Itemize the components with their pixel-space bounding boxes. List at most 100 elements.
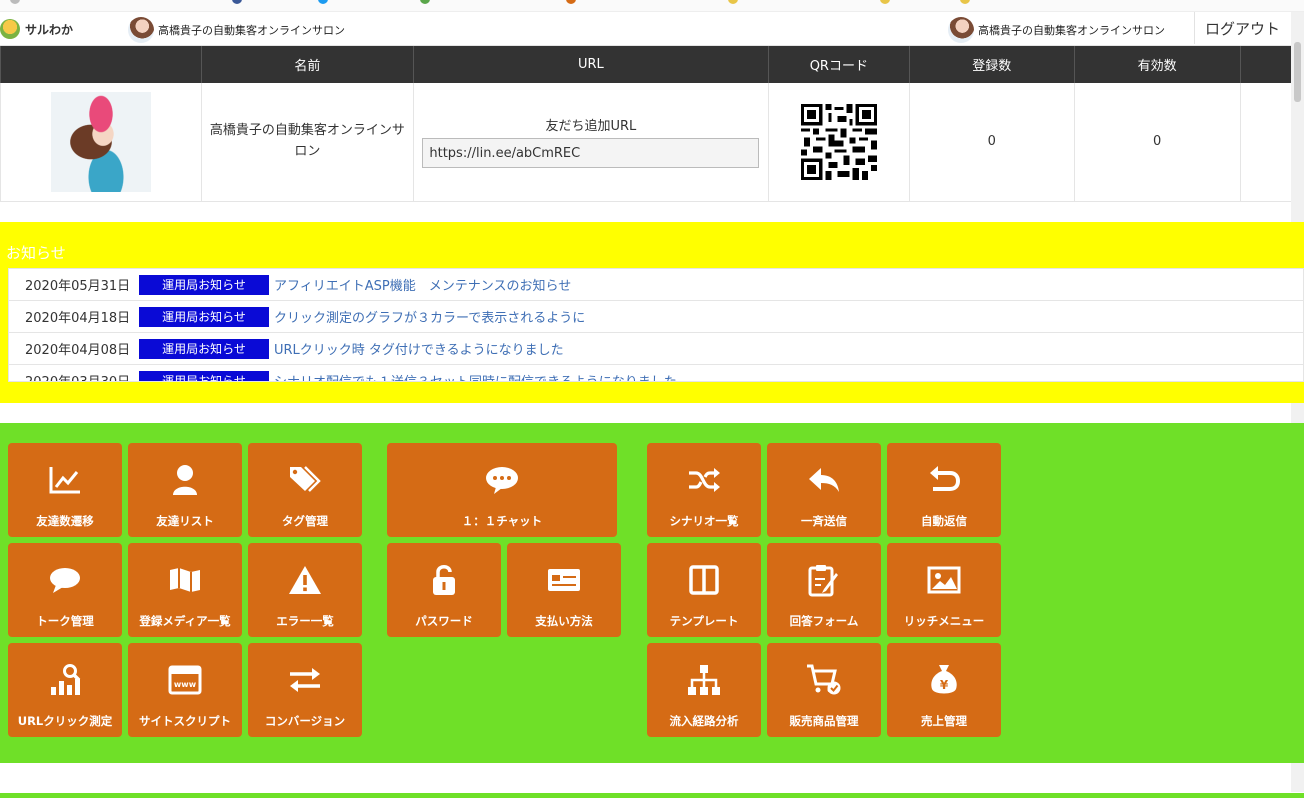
table-header-registered: 登録数 — [908, 46, 1075, 83]
answer-form-button[interactable]: 回答フォーム — [767, 543, 881, 637]
qr-cell — [767, 83, 910, 202]
warning-icon — [289, 566, 321, 594]
product-manage-button[interactable]: 販売商品管理 — [767, 643, 881, 737]
account-selector-right[interactable]: 高橋貴子の自動集客オンラインサロン — [948, 16, 1165, 44]
notice-link[interactable]: クリック測定のグラフが３カラーで表示されるように — [274, 307, 585, 326]
reply-icon — [809, 468, 839, 492]
unlock-icon — [433, 565, 455, 595]
chart-search-icon — [51, 664, 81, 695]
notice-list[interactable]: 2020年05月31日 運用局お知らせ アフィリエイトASP機能 メンテナンスの… — [8, 268, 1304, 382]
svg-text:www: www — [174, 680, 197, 689]
payment-button[interactable]: 支払い方法 — [507, 543, 621, 637]
notice-date: 2020年04月18日 — [25, 311, 131, 326]
account-name: 高橋貴子の自動集客オンラインサロン — [978, 24, 1165, 37]
qr-code-icon[interactable] — [800, 103, 877, 180]
table-header-extra — [1239, 46, 1291, 83]
shuffle-icon — [689, 468, 720, 492]
auto-reply-button[interactable]: 自動返信 — [887, 443, 1001, 537]
bookmark-strip — [0, 0, 1304, 12]
tile-label: 自動返信 — [921, 514, 967, 528]
error-list-button[interactable]: エラー一覧 — [248, 543, 362, 637]
table-header-name: 名前 — [200, 46, 414, 83]
friend-list-button[interactable]: 友達リスト — [128, 443, 242, 537]
tile-label: 友達数遷移 — [36, 514, 94, 528]
logo-mark-icon — [0, 19, 20, 39]
user-icon — [173, 465, 197, 495]
scenario-list-button[interactable]: シナリオ一覧 — [647, 443, 761, 537]
columns-icon — [689, 565, 719, 595]
table-header-active: 有効数 — [1073, 46, 1241, 83]
tile-label: 登録メディア一覧 — [139, 614, 231, 628]
table-header-url: URL — [412, 46, 769, 83]
list-item[interactable]: 2020年03月30日 運用局お知らせ シナリオ配信でも１送信３セット同時に配信… — [9, 365, 1303, 381]
tag-manage-button[interactable]: タグ管理 — [248, 443, 362, 537]
url-label: 友だち追加URL — [545, 119, 637, 135]
friend-growth-button[interactable]: 友達数遷移 — [8, 443, 122, 537]
media-list-button[interactable]: 登録メディア一覧 — [128, 543, 242, 637]
comment-icon — [50, 568, 80, 593]
logout-button[interactable]: ログアウト — [1194, 12, 1290, 44]
avatar — [948, 17, 974, 43]
menu-panel: 友達数遷移 友達リスト タグ管理 １：１チャット シナリオ一覧 一斉送信 自動返… — [0, 423, 1304, 763]
extra-cell — [1239, 83, 1291, 202]
tile-label: 流入経路分析 — [669, 714, 739, 728]
account-name-text: 高橋貴子の自動集客オンラインサロン — [209, 122, 405, 159]
scrollbar-thumb[interactable] — [1294, 42, 1301, 102]
tile-label: 売上管理 — [921, 714, 967, 728]
talk-manage-button[interactable]: トーク管理 — [8, 543, 122, 637]
account-selector-left[interactable]: 高橋貴子の自動集客オンラインサロン — [128, 16, 345, 44]
tile-label: シナリオ一覧 — [669, 514, 739, 528]
template-button[interactable]: テンプレート — [647, 543, 761, 637]
notice-date: 2020年04月08日 — [25, 343, 131, 358]
sitemap-icon — [688, 665, 720, 695]
list-item[interactable]: 2020年04月18日 運用局お知らせ クリック測定のグラフが３カラーで表示され… — [9, 301, 1303, 333]
line-chart-icon — [49, 467, 80, 494]
broadcast-button[interactable]: 一斉送信 — [767, 443, 881, 537]
tile-label: URLクリック測定 — [17, 714, 113, 728]
list-item[interactable]: 2020年04月08日 運用局お知らせ URLクリック時 タグ付けできるようにな… — [9, 333, 1303, 365]
tile-label: パスワード — [415, 614, 473, 628]
inflow-analysis-button[interactable]: 流入経路分析 — [647, 643, 761, 737]
conversion-button[interactable]: コンバージョン — [248, 643, 362, 737]
registered-count: 0 — [908, 83, 1075, 202]
tile-label: タグ管理 — [282, 514, 328, 528]
notice-section: お知らせ 2020年05月31日 運用局お知らせ アフィリエイトASP機能 メン… — [0, 222, 1304, 403]
logo-text: サルわか — [25, 22, 74, 37]
notice-badge: 運用局お知らせ — [139, 370, 269, 381]
url-cell: 友だち追加URL — [412, 83, 769, 202]
table-header-row: 名前 URL QRコード 登録数 有効数 — [0, 46, 1291, 83]
notice-badge: 運用局お知らせ — [139, 274, 269, 295]
map-icon — [170, 568, 200, 592]
chat-button[interactable]: １：１チャット — [387, 443, 617, 537]
sales-manage-button[interactable]: ¥ 売上管理 — [887, 643, 1001, 737]
tile-label: サイトスクリプト — [139, 714, 231, 728]
bottom-strip — [0, 793, 1304, 798]
notice-link[interactable]: アフィリエイトASP機能 メンテナンスのお知らせ — [274, 275, 571, 294]
tile-label: 支払い方法 — [535, 614, 593, 628]
tile-label: エラー一覧 — [276, 614, 334, 628]
svg-text:¥: ¥ — [940, 678, 949, 692]
account-photo — [50, 91, 151, 192]
notice-date: 2020年03月30日 — [9, 371, 139, 381]
tile-label: テンプレート — [669, 614, 739, 628]
url-click-button[interactable]: URLクリック測定 — [8, 643, 122, 737]
logo[interactable]: サルわか — [0, 17, 73, 41]
rich-menu-button[interactable]: リッチメニュー — [887, 543, 1001, 637]
tile-label: 友達リスト — [156, 514, 214, 528]
image-icon — [927, 566, 961, 594]
list-item[interactable]: 2020年05月31日 運用局お知らせ アフィリエイトASP機能 メンテナンスの… — [9, 269, 1303, 301]
site-script-button[interactable]: www サイトスクリプト — [128, 643, 242, 737]
notice-link[interactable]: URLクリック時 タグ付けできるようになりました — [274, 339, 564, 358]
notice-link[interactable]: シナリオ配信でも１送信３セット同時に配信できるようになりました — [274, 371, 677, 381]
password-button[interactable]: パスワード — [387, 543, 501, 637]
account-table: 名前 URL QRコード 登録数 有効数 高橋貴子の自動集客オンラインサロン 友… — [0, 46, 1291, 202]
clipboard-edit-icon — [808, 565, 838, 597]
exchange-icon — [290, 668, 320, 692]
tile-label: 回答フォーム — [789, 614, 859, 628]
notice-badge: 運用局お知らせ — [139, 338, 269, 359]
browser-www-icon: www — [168, 665, 202, 695]
top-bar: サルわか 高橋貴子の自動集客オンラインサロン 高橋貴子の自動集客オンラインサロン… — [0, 0, 1304, 46]
friend-url-input[interactable] — [422, 138, 760, 169]
photo-cell — [0, 83, 202, 202]
tile-label: リッチメニュー — [903, 614, 985, 628]
